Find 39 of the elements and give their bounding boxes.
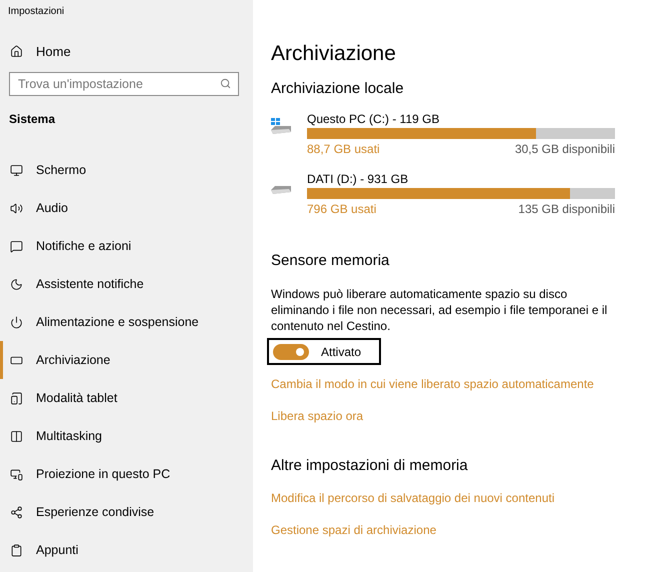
search-icon xyxy=(220,78,231,89)
home-link[interactable]: Home xyxy=(0,40,253,62)
used-space: 88,7 GB usati xyxy=(307,142,380,156)
monitor-icon xyxy=(10,164,23,176)
free-space: 30,5 GB disponibili xyxy=(514,142,615,156)
section-heading: Altre impostazioni di memoria xyxy=(271,457,469,476)
nav-item[interactable]: Esperienze condivise xyxy=(0,493,253,531)
toggle-switch[interactable]: Attivato xyxy=(267,338,381,365)
nav-item[interactable]: Archiviazione xyxy=(0,341,253,379)
moon-icon xyxy=(10,278,23,290)
page-title: Archiviazione xyxy=(271,42,397,67)
nav-item[interactable]: Notifiche e azioni xyxy=(0,227,253,265)
columns-icon xyxy=(10,430,23,442)
section-heading: Archiviazione locale xyxy=(271,80,405,99)
nav-item[interactable]: Appunti xyxy=(0,531,253,569)
clipboard-icon xyxy=(10,544,23,556)
home-icon xyxy=(10,44,23,58)
nav-item[interactable]: Proiezione in questo PC xyxy=(0,455,253,493)
nav-item[interactable]: Audio xyxy=(0,189,253,227)
description-text: Windows può liberare automaticamente spazio su disco eliminando i file non necessari, ad esempio i file temporanei e il contenuto nel Cestino. xyxy=(271,286,608,334)
monitor-icon xyxy=(10,468,23,480)
tablet-icon xyxy=(10,392,23,404)
nav-item[interactable]: Alimentazione e sospensione xyxy=(0,303,253,341)
free-space: 135 GB disponibili xyxy=(518,202,615,216)
used-space: 796 GB usati xyxy=(307,202,376,216)
nav-item[interactable]: Schermo xyxy=(0,151,253,189)
share-icon xyxy=(10,506,23,518)
drive-name: Questo PC (C:) - 119 GB xyxy=(307,112,440,127)
window-title: Impostazioni xyxy=(7,5,66,19)
section-heading: Sensore memoria xyxy=(271,252,390,271)
search-field[interactable]: Trova un'impostazione xyxy=(9,72,239,96)
power-icon xyxy=(10,316,23,328)
nav-item[interactable]: Multitasking xyxy=(0,417,253,455)
section-heading: Sistema xyxy=(8,112,56,128)
drive-name: DATI (D:) - 931 GB xyxy=(307,172,410,187)
nav-item[interactable]: Modalità tablet xyxy=(0,379,253,417)
nav-item[interactable]: Assistente notifiche xyxy=(0,265,253,303)
speaker-icon xyxy=(10,202,23,214)
message-icon xyxy=(10,240,23,252)
